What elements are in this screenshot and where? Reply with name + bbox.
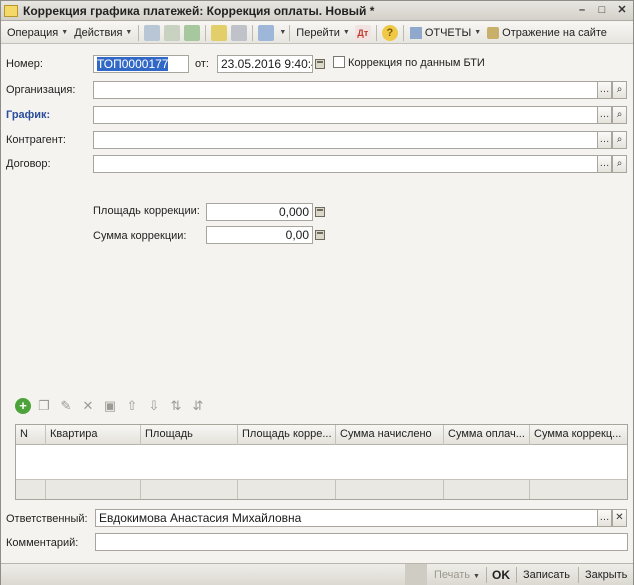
organization-search-icon[interactable]: ⌕ [612,81,627,99]
date-input[interactable]: 23.05.2016 9:40:4 [217,55,313,73]
add-row-icon[interactable]: + [15,398,31,414]
copy-row-icon[interactable]: ❐ [35,397,53,415]
bti-label: Коррекция по данным БТИ [348,57,485,69]
sort-asc-icon[interactable]: ⇅ [167,397,185,415]
operation-menu[interactable]: Операция ▼ [4,23,71,43]
close-button[interactable]: Закрыть [585,567,627,583]
responsible-select-button[interactable]: … [597,509,612,527]
sum-label: Сумма коррекции: [93,230,187,242]
title-bar: Коррекция графика платежей: Коррекция оп… [1,1,633,21]
goto-menu[interactable]: Перейти ▼ [293,23,353,43]
column-header[interactable]: N [16,425,46,445]
move-up-icon[interactable]: ⇧ [123,397,141,415]
schedule-label: График: [6,109,51,121]
edit-icon[interactable] [164,24,181,41]
column-header[interactable]: Квартира [46,425,141,445]
dt-kt-icon[interactable]: Дт [354,24,371,41]
report-icon [409,26,422,39]
organization-label: Организация: [6,84,76,96]
column-header[interactable]: Сумма начислено [336,425,444,445]
publish-button[interactable]: Отражение на сайте [484,23,610,43]
schedule-search-icon[interactable]: ⌕ [612,106,627,124]
contract-input[interactable] [93,155,598,173]
unpost-icon[interactable] [231,24,248,41]
responsible-input[interactable]: Евдокимова Анастасия Михайловна [95,509,598,527]
area-input[interactable]: 0,000 [206,203,313,221]
table-toolbar: + ❐ ✎ ✕ ▣ ⇧ ⇩ ⇅ ⇵ [15,396,207,416]
area-label: Площадь коррекции: [93,205,200,217]
close-icon[interactable]: ✕ [615,4,629,17]
organization-select-button[interactable]: … [597,81,612,99]
contract-search-icon[interactable]: ⌕ [612,155,627,173]
contract-label: Договор: [6,158,51,170]
calculator-icon[interactable] [313,228,327,242]
fill-icon[interactable] [258,24,275,41]
column-header[interactable]: Площадь [141,425,238,445]
column-header[interactable]: Площадь корре... [238,425,336,445]
table-footer [16,479,627,499]
calculator-icon[interactable] [313,205,327,219]
schedule-select-button[interactable]: … [597,106,612,124]
contract-select-button[interactable]: … [597,155,612,173]
contractor-input[interactable] [93,131,598,149]
contractor-select-button[interactable]: … [597,131,612,149]
edit-row-icon[interactable]: ✎ [57,397,75,415]
main-toolbar: Операция ▼ Действия ▼ ▼ Перейти ▼ Дт ? ОТЧЕ… [1,22,633,44]
actions-menu[interactable]: Действия ▼ [71,23,135,43]
sum-input[interactable]: 0,00 [206,226,313,244]
responsible-label: Ответственный: [6,513,88,525]
minimize-icon[interactable]: – [575,4,589,17]
post-icon[interactable] [211,24,228,41]
column-header[interactable]: Сумма оплач... [444,425,530,445]
calendar-icon[interactable] [313,57,327,71]
reports-menu[interactable]: ОТЧЕТЫ ▼ [407,23,484,43]
web-icon [487,26,500,39]
date-label: от: [195,58,209,70]
app-icon [4,4,18,17]
print-button[interactable]: Печать ▼ [434,567,480,583]
number-label: Номер: [6,58,43,70]
save-button[interactable]: Записать [523,567,570,583]
responsible-clear-icon[interactable]: ✕ [612,509,627,527]
document-window: Коррекция графика платежей: Коррекция оп… [0,0,634,585]
ok-button[interactable]: OK [492,567,510,583]
column-header[interactable]: Сумма коррекц... [530,425,627,445]
schedule-input[interactable] [93,106,598,124]
contractor-label: Контрагент: [6,134,66,146]
bottom-bar: Печать ▼ OK Записать Закрыть [1,563,633,585]
help-icon[interactable]: ? [381,24,398,41]
rows-table[interactable]: N Квартира Площадь Площадь корре... Сумм… [15,424,628,500]
new-icon[interactable] [184,24,201,41]
comment-label: Комментарий: [6,537,79,549]
maximize-icon[interactable]: □ [595,4,609,17]
number-input[interactable]: ТОП0000177 [93,55,189,73]
copy-icon[interactable] [144,24,161,41]
window-title: Коррекция графика платежей: Коррекция оп… [23,3,375,18]
sort-desc-icon[interactable]: ⇵ [189,397,207,415]
contractor-search-icon[interactable]: ⌕ [612,131,627,149]
bti-checkbox[interactable] [333,56,345,68]
move-down-icon[interactable]: ⇩ [145,397,163,415]
table-header: N Квартира Площадь Площадь корре... Сумм… [16,425,627,445]
comment-input[interactable] [95,533,628,551]
end-edit-icon[interactable]: ▣ [101,397,119,415]
organization-input[interactable] [93,81,598,99]
delete-row-icon[interactable]: ✕ [79,397,97,415]
